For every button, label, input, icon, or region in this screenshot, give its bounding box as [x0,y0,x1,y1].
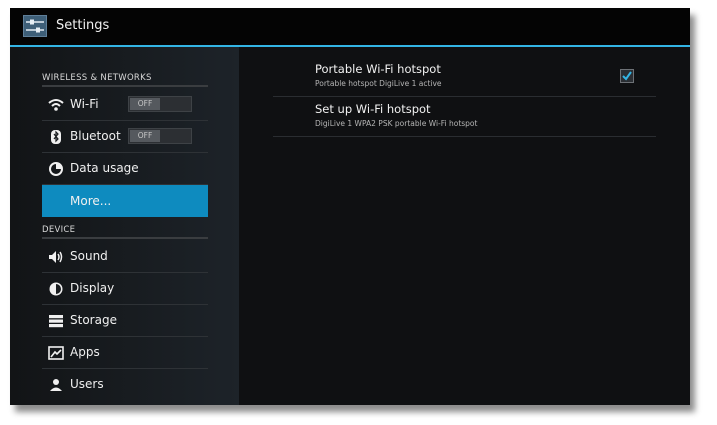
sidebar-item-sound[interactable]: Sound [42,241,208,273]
speaker-icon [49,251,63,263]
sidebar-item-apps[interactable]: Apps [42,337,208,369]
bluetooth-icon [51,130,61,144]
sidebar-item-label: Storage [70,313,117,327]
apps-icon [48,346,64,360]
sidebar-item-label: Display [70,281,115,295]
page-title: Settings [56,18,110,33]
bluetooth-toggle[interactable]: OFF [128,128,192,144]
sidebar-item-label: Apps [70,345,100,359]
sidebar-item-label: Users [70,377,104,391]
section-header-wireless: WIRELESS & NETWORKS [42,67,208,87]
wifi-icon [48,99,64,111]
pref-title: Portable Wi-Fi hotspot [315,62,441,76]
settings-app-icon[interactable] [23,15,47,37]
settings-window: Settings WIRELESS & NETWORKS Wi-Fi OFF B… [10,8,690,405]
display-brightness-icon [49,282,63,296]
sidebar-item-label: Bluetoot [70,129,121,143]
wifi-toggle-state: OFF [130,98,160,110]
pref-portable-hotspot[interactable]: Portable Wi-Fi hotspot Portable hotspot … [273,57,656,97]
sidebar-item-label: Data usage [70,161,139,175]
sidebar-item-label: Sound [70,249,108,263]
settings-sidebar: WIRELESS & NETWORKS Wi-Fi OFF Bluetoot O… [10,47,239,405]
sidebar-item-storage[interactable]: Storage [42,305,208,337]
sidebar-item-label: More... [70,194,112,208]
bluetooth-toggle-state: OFF [130,130,160,142]
section-header-device: DEVICE [42,219,208,239]
settings-content-pane: Portable Wi-Fi hotspot Portable hotspot … [239,47,690,405]
sidebar-item-display[interactable]: Display [42,273,208,305]
sidebar-item-users[interactable]: Users [42,369,208,401]
user-icon [50,379,62,391]
sidebar-item-bluetooth[interactable]: Bluetoot OFF [42,121,208,153]
hotspot-checkbox[interactable] [620,69,634,83]
pref-summary: Portable hotspot DigiLive 1 active [315,79,442,88]
wifi-toggle[interactable]: OFF [128,96,192,112]
action-bar: Settings [10,8,690,47]
sidebar-item-wifi[interactable]: Wi-Fi OFF [42,89,208,121]
pref-title: Set up Wi-Fi hotspot [315,102,431,116]
storage-icon [49,315,63,328]
sidebar-item-more[interactable]: More... [42,185,208,217]
data-usage-icon [49,162,63,176]
pref-summary: DigiLive 1 WPA2 PSK portable Wi-Fi hotsp… [315,119,478,128]
pref-setup-hotspot[interactable]: Set up Wi-Fi hotspot DigiLive 1 WPA2 PSK… [273,97,656,137]
sidebar-item-label: Wi-Fi [70,97,99,111]
sidebar-item-data-usage[interactable]: Data usage [42,153,208,185]
